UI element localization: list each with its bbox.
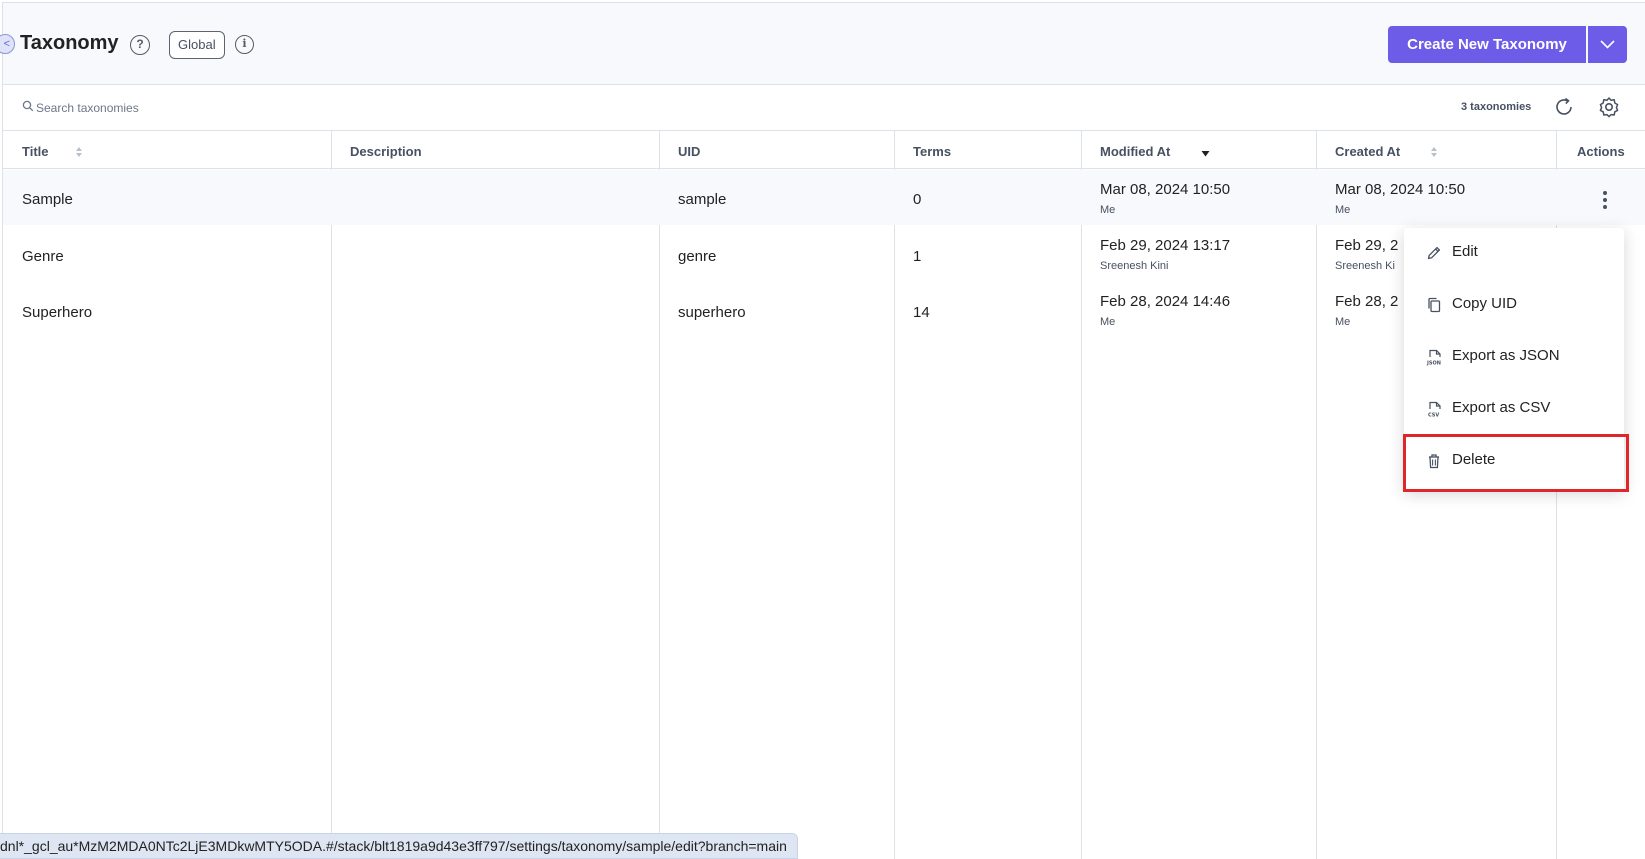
row-modified-at: Feb 29, 2024 13:17 xyxy=(1100,237,1231,254)
row-modified-by: Me xyxy=(1100,316,1116,328)
taxonomy-count: 3 taxonomies xyxy=(1461,101,1532,113)
table-row[interactable] xyxy=(3,280,1645,335)
column-header-uid: UID xyxy=(678,144,701,159)
row-modified-by: Me xyxy=(1100,204,1116,216)
csv-file-icon: CSV xyxy=(1428,401,1441,419)
delete-highlight-box xyxy=(1403,434,1629,492)
row-uid: sample xyxy=(678,191,727,208)
back-button[interactable]: < xyxy=(0,34,15,54)
row-created-at: Feb 29, 2 xyxy=(1335,237,1399,254)
row-modified-by: Sreenesh Kini xyxy=(1100,260,1169,272)
menu-item-export-json[interactable]: JSON Export as JSON xyxy=(1404,332,1624,382)
search-icon xyxy=(22,100,34,112)
column-header-description: Description xyxy=(350,144,422,159)
row-created-by: Me xyxy=(1335,204,1351,216)
column-header-actions: Actions xyxy=(1577,144,1625,159)
row-title[interactable]: Genre xyxy=(22,248,64,265)
row-created-by: Me xyxy=(1335,316,1351,328)
refresh-icon[interactable] xyxy=(1553,96,1575,118)
sort-icon[interactable] xyxy=(1430,146,1438,158)
row-modified-at: Feb 28, 2024 14:46 xyxy=(1100,293,1231,310)
row-uid: genre xyxy=(678,248,717,265)
page-title: Taxonomy xyxy=(20,32,119,54)
create-new-taxonomy-button[interactable]: Create New Taxonomy xyxy=(1388,26,1586,63)
menu-item-copy-uid[interactable]: Copy UID xyxy=(1404,280,1624,330)
menu-item-label: Copy UID xyxy=(1452,295,1518,312)
row-created-at: Feb 28, 2 xyxy=(1335,293,1399,310)
row-modified-at: Mar 08, 2024 10:50 xyxy=(1100,181,1231,198)
scope-badge: Global xyxy=(169,31,225,59)
search-input[interactable] xyxy=(36,97,436,119)
pencil-icon xyxy=(1427,246,1441,260)
row-actions-kebab-icon[interactable] xyxy=(1601,191,1609,211)
copy-icon xyxy=(1428,297,1441,313)
csv-icon-label: CSV xyxy=(1428,413,1439,419)
gear-icon[interactable] xyxy=(1598,96,1620,118)
json-file-icon: JSON xyxy=(1426,349,1441,367)
sort-icon[interactable] xyxy=(75,146,83,158)
row-terms: 1 xyxy=(913,248,922,265)
info-icon[interactable]: i xyxy=(235,35,254,54)
table-toolbar: 3 taxonomies xyxy=(3,85,1645,131)
menu-item-export-csv[interactable]: CSV Export as CSV xyxy=(1404,384,1624,434)
row-terms: 14 xyxy=(913,304,930,321)
menu-item-label: Export as JSON xyxy=(1452,347,1560,364)
column-header-created-at[interactable]: Created At xyxy=(1335,144,1400,159)
row-title[interactable]: Superhero xyxy=(22,304,92,321)
page-header: < Taxonomy ? Global i Create New Taxonom… xyxy=(0,3,1645,85)
menu-item-label: Edit xyxy=(1452,243,1478,260)
column-header-modified-at[interactable]: Modified At xyxy=(1100,144,1170,159)
taxonomy-page: < Taxonomy ? Global i Create New Taxonom… xyxy=(0,2,1645,859)
status-url: dnl*_gcl_au*MzM2MDA0NTc2LjE3MDkwMTY5ODA.… xyxy=(0,833,798,859)
column-header-terms: Terms xyxy=(913,144,952,159)
row-title[interactable]: Sample xyxy=(22,191,73,208)
row-created-at: Mar 08, 2024 10:50 xyxy=(1335,181,1466,198)
sort-descending-icon[interactable] xyxy=(1201,149,1210,158)
row-uid: superhero xyxy=(678,304,746,321)
back-arrow-icon: < xyxy=(3,38,10,50)
json-icon-label: JSON xyxy=(1426,361,1441,367)
menu-item-edit[interactable]: Edit xyxy=(1404,228,1624,278)
table-row[interactable] xyxy=(3,225,1645,280)
chevron-down-icon xyxy=(1600,40,1615,49)
menu-item-label: Export as CSV xyxy=(1452,399,1551,416)
create-options-dropdown-button[interactable] xyxy=(1588,26,1627,63)
column-header-title[interactable]: Title xyxy=(22,144,49,159)
row-created-by: Sreenesh Ki xyxy=(1335,260,1395,272)
row-terms: 0 xyxy=(913,191,922,208)
help-icon[interactable]: ? xyxy=(130,35,150,55)
